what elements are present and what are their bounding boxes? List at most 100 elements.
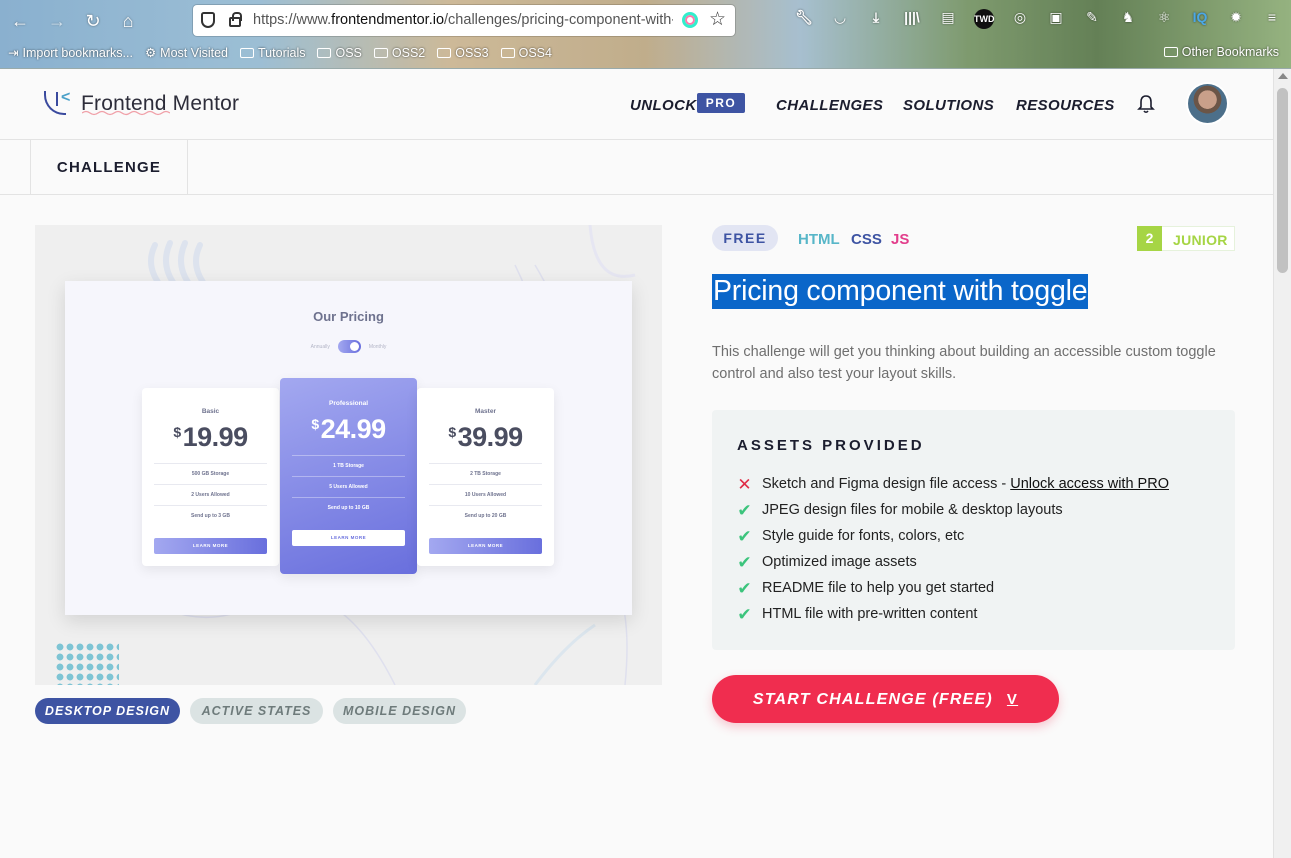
bookmark-oss2[interactable]: OSS2 bbox=[373, 45, 426, 60]
asset-item: ✕ Sketch and Figma design file access - … bbox=[737, 476, 1169, 493]
logo-mark-icon: < bbox=[42, 89, 72, 119]
tab-challenge[interactable]: CHALLENGE bbox=[30, 140, 188, 195]
url-text[interactable]: https://www.frontendmentor.io/challenges… bbox=[253, 12, 673, 28]
check-icon: ✔ bbox=[737, 526, 752, 546]
price-value: 19.99 bbox=[182, 422, 249, 452]
asset-text: README file to help you get started bbox=[762, 580, 995, 596]
browser-chrome: ← → ↻ ⌂ https://www.frontendmentor.io/ch… bbox=[0, 0, 1291, 69]
other-bookmarks[interactable]: Other Bookmarks bbox=[1163, 45, 1279, 59]
bookmark-oss[interactable]: OSS bbox=[317, 45, 362, 60]
price-value: 39.99 bbox=[457, 422, 524, 452]
folder-icon bbox=[240, 47, 255, 58]
bookmark-label: OSS4 bbox=[518, 45, 552, 60]
tab-desktop-design[interactable]: DESKTOP DESIGN bbox=[35, 698, 180, 724]
lang-js: JS bbox=[891, 231, 910, 248]
reload-icon[interactable]: ↻ bbox=[82, 10, 104, 32]
free-badge: FREE bbox=[712, 225, 778, 251]
lock-icon[interactable] bbox=[229, 12, 242, 27]
user-avatar[interactable] bbox=[1188, 84, 1227, 123]
toggle-monthly-label: Monthly bbox=[368, 343, 387, 350]
bookmark-tutorials[interactable]: Tutorials bbox=[240, 45, 305, 60]
lang-css: CSS bbox=[851, 231, 882, 248]
asset-item: ✔ JPEG design files for mobile & desktop… bbox=[737, 502, 1063, 519]
asset-text: JPEG design files for mobile & desktop l… bbox=[762, 502, 1063, 518]
bookmark-oss4[interactable]: OSS4 bbox=[500, 45, 552, 60]
nav-solutions[interactable]: SOLUTIONS bbox=[903, 97, 994, 114]
bookmark-label: OSS3 bbox=[455, 45, 489, 60]
mock-toggle: Annually Monthly bbox=[65, 340, 632, 353]
check-icon: ✔ bbox=[737, 552, 752, 572]
asset-item: ✔ HTML file with pre-written content bbox=[737, 604, 977, 624]
url-prefix: https://www. bbox=[253, 12, 332, 28]
currency-symbol: $ bbox=[311, 416, 319, 432]
address-bar[interactable]: https://www.frontendmentor.io/challenges… bbox=[193, 5, 735, 36]
currency-symbol: $ bbox=[173, 424, 181, 440]
toggle-annually-label: Annually bbox=[310, 343, 330, 350]
bookmark-label: OSS2 bbox=[391, 45, 426, 60]
pro-badge[interactable]: PRO bbox=[697, 93, 745, 113]
gnu-icon[interactable]: ♞ bbox=[1110, 9, 1146, 31]
forward-arrow-icon[interactable]: → bbox=[46, 10, 68, 32]
bookmark-label: Most Visited bbox=[160, 45, 229, 60]
react-icon[interactable]: ⚛ bbox=[1146, 9, 1182, 31]
library-icon[interactable]: |||\ bbox=[894, 9, 930, 31]
pocket-icon[interactable]: ◡ bbox=[822, 9, 858, 31]
design-preview[interactable]: Our Pricing Annually Monthly Basic $19.99… bbox=[35, 225, 662, 685]
extension-icon[interactable] bbox=[682, 12, 698, 28]
notes-icon[interactable]: ✎ bbox=[1074, 9, 1110, 31]
plan-feature: Send up to 10 GB bbox=[292, 497, 405, 518]
check-icon: ✔ bbox=[737, 604, 752, 624]
tracking-shield-icon[interactable] bbox=[201, 12, 215, 28]
monitor-icon[interactable]: ▣ bbox=[1038, 9, 1074, 31]
pricing-card-basic: Basic $19.99 500 GB Storage 2 Users Allo… bbox=[142, 388, 279, 566]
plan-price: $19.99 bbox=[142, 422, 279, 453]
colors-icon[interactable]: ✹ bbox=[1218, 9, 1254, 31]
start-challenge-label: START CHALLENGE (FREE) bbox=[752, 691, 993, 708]
currency-symbol: $ bbox=[448, 424, 456, 440]
home-icon[interactable]: ⌂ bbox=[117, 10, 139, 32]
level-number: 2 bbox=[1137, 226, 1162, 251]
tab-mobile-design[interactable]: MOBILE DESIGN bbox=[333, 698, 466, 724]
bookmark-star-icon[interactable]: ☆ bbox=[709, 8, 726, 31]
bookmarks-bar: ⇥ Import bookmarks... ⚙ Most Visited Tutor… bbox=[8, 45, 552, 61]
asset-item: ✔ Style guide for fonts, colors, etc bbox=[737, 526, 964, 546]
iq-icon[interactable]: IQ bbox=[1182, 9, 1218, 31]
notification-bell-icon[interactable] bbox=[1137, 94, 1155, 114]
plan-name: Basic bbox=[201, 408, 220, 415]
download-icon[interactable]: ⤓ bbox=[858, 9, 894, 31]
bookmark-most-visited[interactable]: ⚙ Most Visited bbox=[145, 45, 229, 61]
challenge-description: This challenge will get you thinking abo… bbox=[712, 344, 1216, 382]
url-path: /challenges/pricing-component-with-t bbox=[444, 12, 673, 28]
plan-name: Master bbox=[475, 408, 496, 415]
bookmark-oss3[interactable]: OSS3 bbox=[437, 45, 489, 60]
back-arrow-icon[interactable]: ← bbox=[9, 10, 31, 32]
check-icon: ✔ bbox=[737, 578, 752, 598]
plan-feature: 2 Users Allowed bbox=[154, 484, 267, 505]
nav-resources[interactable]: RESOURCES bbox=[1016, 97, 1115, 114]
asset-text: Sketch and Figma design file access - bbox=[762, 476, 1007, 492]
plan-price: $39.99 bbox=[417, 422, 554, 453]
nav-unlock[interactable]: UNLOCK bbox=[630, 97, 697, 114]
wrench-icon[interactable]: 🔧︎ bbox=[786, 9, 822, 31]
bookmark-import[interactable]: ⇥ Import bookmarks... bbox=[8, 45, 133, 61]
plan-feature: 1 TB Storage bbox=[292, 455, 405, 476]
folder-icon bbox=[437, 47, 452, 58]
plan-price: $24.99 bbox=[280, 414, 417, 445]
menu-icon[interactable]: ≡ bbox=[1254, 9, 1290, 31]
globe-icon[interactable]: ◎ bbox=[1002, 9, 1038, 31]
start-challenge-button[interactable]: START CHALLENGE (FREE) V bbox=[712, 675, 1059, 723]
toolbar-icons: 🔧︎ ◡ ⤓ |||\ ▤ TWD ◎ ▣ ✎ ♞ ⚛ IQ ✹ ≡ bbox=[786, 9, 1290, 31]
nav-challenges[interactable]: CHALLENGES bbox=[776, 97, 883, 114]
tab-active-states[interactable]: ACTIVE STATES bbox=[190, 698, 323, 724]
level-label: JUNIOR bbox=[1173, 232, 1228, 248]
scroll-up-arrow-icon[interactable] bbox=[1278, 73, 1288, 79]
scrollbar-thumb[interactable] bbox=[1277, 88, 1288, 273]
unlock-pro-link[interactable]: Unlock access with PRO bbox=[1010, 476, 1169, 492]
mock-title: Our Pricing bbox=[313, 309, 384, 324]
reader-icon[interactable]: ▤ bbox=[930, 9, 966, 31]
plan-feature: 10 Users Allowed bbox=[429, 484, 542, 505]
twd-icon[interactable]: TWD bbox=[974, 9, 995, 29]
price-value: 24.99 bbox=[320, 414, 387, 444]
page-scrollbar[interactable] bbox=[1273, 69, 1291, 858]
learn-more-button: LEARN MORE bbox=[429, 538, 542, 554]
